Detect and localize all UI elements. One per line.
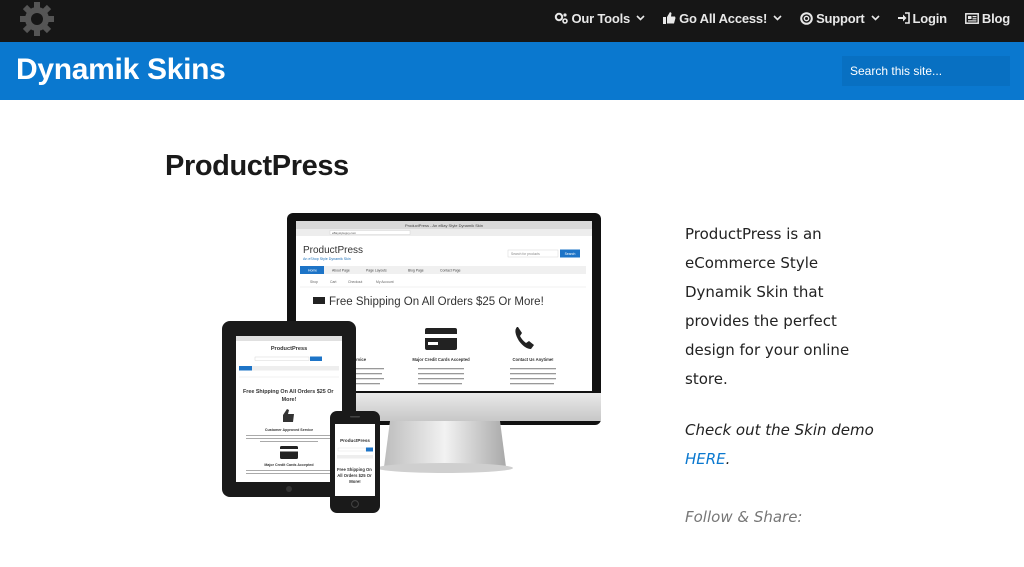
- mockup-search-placeholder: Search for products: [511, 252, 540, 256]
- page-title: ProductPress: [165, 150, 349, 182]
- mockup-browser-title: ProductPress - An eBay Style Dynamik Ski…: [405, 223, 483, 228]
- mockup-url: eBaystyleguy.com: [332, 231, 357, 235]
- nav-go-all-access[interactable]: Go All Access!: [663, 11, 782, 26]
- mockup-banner: Free Shipping On All Orders $25 Or More!: [329, 296, 544, 308]
- gear-logo-icon[interactable]: [18, 0, 56, 38]
- lifebuoy-icon: [800, 11, 813, 25]
- product-devices-image: ProductPress - An eBay Style Dynamik Ski…: [222, 213, 601, 513]
- sign-in-icon: [897, 12, 910, 24]
- mockup-submenu-account: My Account: [376, 280, 394, 284]
- mockup-tagline: An eShop Style Dynamik Skin: [303, 257, 351, 261]
- phone: ProductPress Free Shipping On All Orders…: [330, 411, 380, 513]
- gears-icon: [555, 12, 569, 24]
- nav-blog[interactable]: Blog: [964, 10, 1010, 26]
- mockup-submenu-cart: Cart: [330, 280, 336, 284]
- nav-go-all-access-label: Go All Access!: [679, 10, 768, 26]
- nav-login-label: Login: [912, 10, 948, 26]
- follow-share-label: Follow & Share:: [685, 508, 803, 526]
- nav-support-label: Support: [816, 10, 865, 26]
- nav-login[interactable]: Login: [897, 10, 948, 26]
- mockup-feature-3: Contact Us Anytime!: [512, 357, 553, 362]
- nav-our-tools-label: Our Tools: [571, 10, 631, 26]
- chevron-down-icon: [636, 15, 645, 21]
- chevron-down-icon: [773, 15, 782, 21]
- mockup-menu-blog: Blog Page: [408, 269, 424, 273]
- demo-prefix: Check out the Skin demo: [685, 421, 874, 439]
- nav-blog-label: Blog: [981, 10, 1010, 26]
- top-navigation: Our Tools Go All Access! Support Login B…: [554, 0, 1010, 36]
- demo-link[interactable]: HERE: [685, 450, 726, 468]
- phone-site-name: ProductPress: [340, 438, 370, 443]
- nav-support[interactable]: Support: [800, 10, 880, 26]
- mockup-menu-layouts: Page Layouts: [366, 269, 387, 273]
- demo-suffix: .: [725, 450, 731, 468]
- top-bar: Our Tools Go All Access! Support Login B…: [0, 0, 1024, 42]
- search-input[interactable]: [842, 56, 1010, 86]
- tablet-feature-2: Major Credit Cards Accepted: [264, 463, 313, 467]
- tablet-site-name: ProductPress: [271, 346, 307, 352]
- mockup-search-button: Search: [565, 252, 576, 256]
- mockup-menu-home: Home: [308, 269, 317, 273]
- thumbs-up-icon: [663, 12, 676, 24]
- chevron-down-icon: [870, 15, 880, 21]
- tablet-feature-1: Customer Approved Service: [265, 428, 313, 432]
- site-title[interactable]: Dynamik Skins: [16, 53, 226, 87]
- demo-paragraph: Check out the Skin demo HERE.: [685, 416, 885, 474]
- mockup-submenu-shop: Shop: [310, 280, 318, 284]
- newspaper-icon: [964, 12, 979, 24]
- product-description: ProductPress is an eCommerce Style Dynam…: [685, 225, 850, 388]
- mockup-menu-about: About Page: [332, 269, 350, 273]
- site-header: Dynamik Skins: [0, 42, 1024, 100]
- mockup-feature-2: Major Credit Cards Accepted: [412, 357, 470, 362]
- mockup-submenu-checkout: Checkout: [348, 280, 362, 284]
- mockup-site-name: ProductPress: [303, 245, 363, 256]
- nav-our-tools[interactable]: Our Tools: [554, 11, 645, 26]
- mockup-menu-contact: Contact Page: [440, 269, 461, 273]
